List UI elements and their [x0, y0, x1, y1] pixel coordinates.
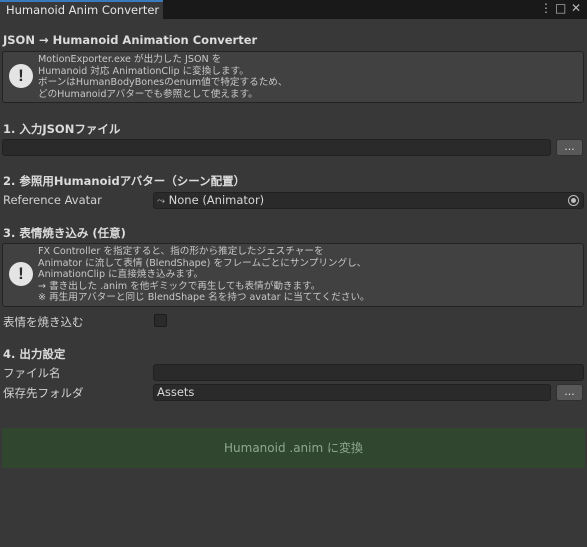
- json-path-field[interactable]: [2, 139, 551, 156]
- reference-avatar-field[interactable]: ⤳ None (Animator): [153, 192, 584, 209]
- section-reference-avatar-title: 2. 参照用Humanoidアバター（シーン配置）: [3, 174, 246, 188]
- json-browse-button[interactable]: ...: [556, 139, 583, 156]
- help-line: Animator に流して表情 (BlendShape) をフレームごとにサンプ…: [38, 257, 367, 269]
- filename-label: ファイル名: [3, 366, 61, 380]
- bake-expression-label: 表情を焼き込む: [3, 315, 84, 329]
- section-input-json-title: 1. 入力JSONファイル: [3, 122, 121, 136]
- filename-field[interactable]: [153, 364, 584, 381]
- save-folder-label: 保存先フォルダ: [3, 386, 84, 400]
- expression-help-box: ! FX Controller を指定すると、指の形から推定したジェスチャーを …: [2, 243, 584, 307]
- warning-icon: !: [9, 262, 33, 286]
- close-icon[interactable]: ✕: [571, 1, 581, 15]
- maximize-icon[interactable]: □: [555, 1, 566, 15]
- header-help-text: MotionExporter.exe が出力した JSON を Humanoid…: [38, 54, 288, 100]
- window-tab-bar: Humanoid Anim Converter ⋮ □ ✕: [0, 0, 587, 19]
- animator-object-icon: ⤳: [157, 196, 165, 207]
- help-line: → 書き出した .anim を他ギミックで再生しても表情が動きます。: [38, 280, 321, 292]
- section-expression-bake-title: 3. 表情焼き込み (任意): [3, 226, 126, 240]
- warning-icon: !: [9, 64, 33, 88]
- convert-button[interactable]: Humanoid .anim に変換: [2, 428, 585, 468]
- help-line: ボーンはHumanBodyBonesのenum値で特定するため、: [38, 77, 288, 89]
- folder-browse-button[interactable]: ...: [556, 384, 583, 401]
- help-line: Humanoid 対応 AnimationClip に変換します。: [38, 65, 249, 77]
- page-title: JSON → Humanoid Animation Converter: [3, 33, 258, 47]
- reference-avatar-label: Reference Avatar: [3, 193, 102, 207]
- help-line: AnimationClip に直接焼き込みます。: [38, 269, 204, 281]
- help-line: ※ 再生用アバターと同じ BlendShape 名を持つ avatar に当てて…: [38, 292, 370, 304]
- save-folder-field[interactable]: Assets: [153, 384, 551, 401]
- bake-expression-checkbox[interactable]: [154, 314, 167, 327]
- expression-help-text: FX Controller を指定すると、指の形から推定したジェスチャーを An…: [38, 246, 370, 304]
- window-tab[interactable]: Humanoid Anim Converter: [0, 0, 163, 19]
- help-line: MotionExporter.exe が出力した JSON を: [38, 54, 222, 65]
- reference-avatar-value: None (Animator): [168, 193, 265, 207]
- header-help-box: ! MotionExporter.exe が出力した JSON を Humano…: [2, 51, 584, 103]
- help-line: FX Controller を指定すると、指の形から推定したジェスチャーを: [38, 246, 324, 257]
- help-line: どのHumanoidアバターでも参照として使えます。: [38, 88, 258, 100]
- section-output-settings-title: 4. 出力設定: [3, 347, 66, 361]
- object-picker-icon[interactable]: [568, 195, 579, 206]
- kebab-menu-icon[interactable]: ⋮: [540, 1, 552, 15]
